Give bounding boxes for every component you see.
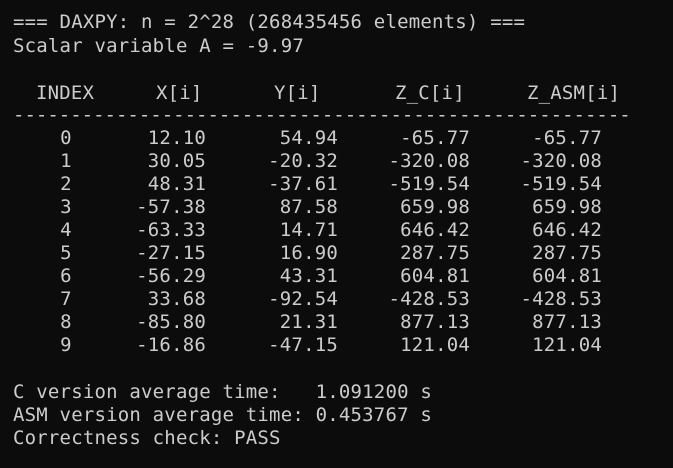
row-index: 2 bbox=[60, 173, 72, 195]
row-index: 7 bbox=[60, 288, 72, 310]
row-index: 4 bbox=[60, 219, 72, 241]
row-zasm: -428.53 bbox=[520, 288, 602, 310]
row-zc: 121.04 bbox=[400, 334, 470, 356]
row-zc: -65.77 bbox=[400, 127, 470, 149]
scalar-line: Scalar variable A = -9.97 bbox=[13, 35, 304, 57]
row-index: 0 bbox=[60, 127, 72, 149]
row-x: 30.05 bbox=[147, 150, 206, 172]
row-zasm: -320.08 bbox=[520, 150, 602, 172]
row-x: -27.15 bbox=[136, 242, 206, 264]
row-x: 12.10 bbox=[147, 127, 206, 149]
row-x: 33.68 bbox=[147, 288, 206, 310]
row-index: 8 bbox=[60, 311, 72, 333]
row-x: -57.38 bbox=[136, 196, 206, 218]
row-index: 5 bbox=[60, 242, 72, 264]
column-header-x: X[i] bbox=[156, 82, 203, 104]
column-header-zasm: Z_ASM[i] bbox=[527, 82, 621, 104]
row-zasm: 646.42 bbox=[532, 219, 602, 241]
row-zasm: -519.54 bbox=[520, 173, 602, 195]
correctness-check-line: Correctness check: PASS bbox=[13, 427, 281, 449]
row-index: 3 bbox=[60, 196, 72, 218]
asm-time-line: ASM version average time: 0.453767 s bbox=[13, 404, 433, 426]
table-rule: ----------------------------------------… bbox=[13, 104, 631, 126]
row-y: 87.58 bbox=[279, 196, 338, 218]
row-y: 43.31 bbox=[279, 265, 338, 287]
row-x: -16.86 bbox=[136, 334, 206, 356]
row-y: 14.71 bbox=[279, 219, 338, 241]
terminal-window: === DAXPY: n = 2^28 (268435456 elements)… bbox=[0, 0, 673, 468]
row-zc: 646.42 bbox=[400, 219, 470, 241]
column-header-y: Y[i] bbox=[274, 82, 321, 104]
row-y: -92.54 bbox=[268, 288, 338, 310]
row-zasm: -65.77 bbox=[532, 127, 602, 149]
row-y: 21.31 bbox=[279, 311, 338, 333]
benchmark-header: === DAXPY: n = 2^28 (268435456 elements)… bbox=[13, 11, 526, 33]
row-y: -47.15 bbox=[268, 334, 338, 356]
row-zc: 287.75 bbox=[400, 242, 470, 264]
row-zc: 604.81 bbox=[400, 265, 470, 287]
row-zasm: 659.98 bbox=[532, 196, 602, 218]
row-zasm: 877.13 bbox=[532, 311, 602, 333]
row-zc: -428.53 bbox=[388, 288, 470, 310]
row-x: -85.80 bbox=[136, 311, 206, 333]
column-header-zc: Z_C[i] bbox=[395, 82, 465, 104]
column-header-index: INDEX bbox=[36, 82, 95, 104]
row-y: -20.32 bbox=[268, 150, 338, 172]
row-index: 9 bbox=[60, 334, 72, 356]
row-y: -37.61 bbox=[268, 173, 338, 195]
row-zc: 877.13 bbox=[400, 311, 470, 333]
row-x: -63.33 bbox=[136, 219, 206, 241]
row-zc: -320.08 bbox=[388, 150, 470, 172]
row-zasm: 287.75 bbox=[532, 242, 602, 264]
row-zc: -519.54 bbox=[388, 173, 470, 195]
row-x: -56.29 bbox=[136, 265, 206, 287]
row-zasm: 121.04 bbox=[532, 334, 602, 356]
row-x: 48.31 bbox=[147, 173, 206, 195]
row-zc: 659.98 bbox=[400, 196, 470, 218]
row-y: 16.90 bbox=[279, 242, 338, 264]
row-index: 6 bbox=[60, 265, 72, 287]
row-zasm: 604.81 bbox=[532, 265, 602, 287]
c-time-line: C version average time: 1.091200 s bbox=[13, 381, 433, 403]
row-y: 54.94 bbox=[279, 127, 338, 149]
row-index: 1 bbox=[60, 150, 72, 172]
